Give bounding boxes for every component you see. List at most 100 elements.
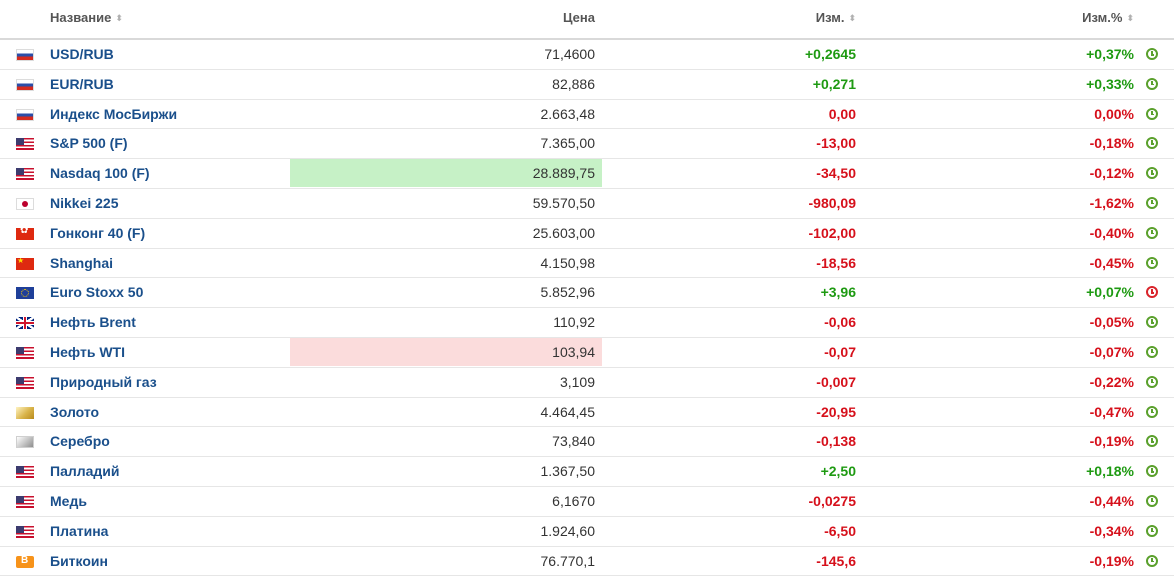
instrument-link[interactable]: S&P 500 (F) (50, 135, 128, 151)
change-cell: -980,09 (808, 194, 856, 211)
table-row: EUR/RUB 82,886 +0,271 +0,33% (0, 70, 1174, 100)
table-row: Гонконг 40 (F) 25.603,00 -102,00 -0,40% (0, 219, 1174, 249)
flag-ru-icon (16, 108, 34, 121)
flag-us-icon (16, 525, 34, 538)
table-row: Нефть Brent 110,92 -0,06 -0,05% (0, 308, 1174, 338)
market-status-clock-icon[interactable] (1146, 256, 1158, 269)
change-cell: -102,00 (808, 224, 856, 241)
change-cell: -0,06 (824, 314, 856, 331)
market-status-clock-icon[interactable] (1146, 286, 1158, 299)
change-cell: -13,00 (816, 135, 856, 152)
market-status-clock-icon[interactable] (1146, 435, 1158, 448)
table-row: Nasdaq 100 (F) 28.889,75 -34,50 -0,12% (0, 159, 1174, 189)
flag-us-icon (16, 376, 34, 389)
change-cell: -6,50 (824, 522, 856, 539)
change-cell: -145,6 (816, 552, 856, 569)
change-cell: -20,95 (816, 403, 856, 420)
table-row: Shanghai 4.150,98 -18,56 -0,45% (0, 249, 1174, 279)
flag-us-icon (16, 138, 34, 151)
flag-jp-icon (16, 197, 34, 210)
change-pct-cell: -0,40% (1089, 224, 1134, 241)
change-pct-cell: +0,18% (1086, 463, 1134, 480)
market-status-clock-icon[interactable] (1146, 226, 1158, 239)
market-status-clock-icon[interactable] (1146, 345, 1158, 358)
change-pct-cell: -0,19% (1089, 433, 1134, 450)
instrument-link[interactable]: Платина (50, 523, 108, 539)
instrument-link[interactable]: Золото (50, 404, 99, 420)
flag-silver-icon (16, 436, 34, 449)
change-pct-cell: -0,44% (1089, 492, 1134, 509)
market-status-clock-icon[interactable] (1146, 77, 1158, 90)
instrument-link[interactable]: Нефть Brent (50, 314, 136, 330)
flag-us-icon (16, 466, 34, 479)
flag-ru-icon (16, 49, 34, 61)
change-pct-cell: -1,62% (1089, 194, 1134, 211)
market-status-clock-icon[interactable] (1146, 48, 1158, 60)
change-pct-cell: -0,12% (1089, 165, 1134, 182)
table-row: Золото 4.464,45 -20,95 -0,47% (0, 398, 1174, 428)
price-cell: 5.852,96 (540, 284, 596, 301)
sort-icon: ⬍ (115, 13, 123, 23)
table-row: Биткоин 76.770,1 -145,6 -0,19% (0, 547, 1174, 576)
table-row: USD/RUB 71,4600 +0,2645 +0,37% (0, 40, 1174, 70)
price-cell: 71,4600 (544, 46, 595, 62)
instrument-link[interactable]: Палладий (50, 463, 120, 479)
table-row: Индекс МосБиржи 2.663,48 0,00 0,00% (0, 100, 1174, 130)
price-cell: 73,840 (552, 433, 595, 450)
table-row: Серебро 73,840 -0,138 -0,19% (0, 427, 1174, 458)
market-status-clock-icon[interactable] (1146, 107, 1158, 120)
market-status-clock-icon[interactable] (1146, 167, 1158, 180)
sort-icon: ⬍ (848, 13, 856, 23)
table-row: Nikkei 225 59.570,50 -980,09 -1,62% (0, 189, 1174, 219)
instrument-link[interactable]: EUR/RUB (50, 76, 114, 92)
table-row: Нефть WTI 103,94 -0,07 -0,07% (0, 337, 1174, 368)
instrument-link[interactable]: Euro Stoxx 50 (50, 284, 143, 300)
table-row: S&P 500 (F) 7.365,00 -13,00 -0,18% (0, 129, 1174, 160)
change-cell: +0,2645 (805, 46, 856, 62)
instrument-link[interactable]: Медь (50, 493, 87, 509)
market-status-clock-icon[interactable] (1146, 405, 1158, 418)
table-body: USD/RUB 71,4600 +0,2645 +0,37% EUR/RUB 82,886… (0, 40, 1174, 576)
change-cell: -0,07 (824, 343, 856, 360)
change-pct-cell: -0,34% (1089, 522, 1134, 539)
change-cell: -34,50 (816, 165, 856, 182)
change-cell: 0,00 (828, 105, 856, 122)
price-cell: 7.365,00 (540, 135, 596, 152)
change-pct-cell: +0,33% (1086, 75, 1134, 92)
change-pct-cell: -0,22% (1089, 373, 1134, 390)
market-status-clock-icon[interactable] (1146, 554, 1158, 567)
market-status-clock-icon[interactable] (1146, 196, 1158, 209)
market-status-clock-icon[interactable] (1146, 494, 1158, 507)
change-cell: +0,271 (812, 75, 856, 92)
instrument-link[interactable]: Nasdaq 100 (F) (50, 165, 150, 181)
market-status-clock-icon[interactable] (1146, 137, 1158, 150)
flag-gold-icon (16, 406, 34, 419)
change-cell: -0,007 (816, 373, 856, 390)
column-header-name[interactable]: Название ⬍ (50, 10, 123, 25)
instrument-link[interactable]: Shanghai (50, 255, 113, 271)
instrument-link[interactable]: USD/RUB (50, 46, 114, 62)
instrument-link[interactable]: Природный газ (50, 374, 157, 390)
flag-btc-icon (16, 555, 34, 568)
market-status-clock-icon[interactable] (1146, 375, 1158, 388)
market-status-clock-icon[interactable] (1146, 465, 1158, 478)
market-status-clock-icon[interactable] (1146, 524, 1158, 537)
instrument-link[interactable]: Серебро (50, 433, 110, 449)
instrument-link[interactable]: Нефть WTI (50, 344, 125, 360)
instrument-link[interactable]: Биткоин (50, 553, 108, 569)
column-header-change[interactable]: Изм. ⬍ (816, 10, 856, 25)
table-header: Название ⬍ Цена Изм. ⬍ Изм.% ⬍ (0, 0, 1174, 40)
market-status-clock-icon[interactable] (1146, 316, 1158, 329)
column-header-change-pct[interactable]: Изм.% ⬍ (1082, 10, 1134, 25)
instrument-link[interactable]: Гонконг 40 (F) (50, 225, 145, 241)
flag-us-icon (16, 495, 34, 508)
price-cell: 25.603,00 (532, 224, 595, 241)
column-header-price[interactable]: Цена (563, 10, 595, 25)
table-row: Медь 6,1670 -0,0275 -0,44% (0, 487, 1174, 517)
instrument-link[interactable]: Индекс МосБиржи (50, 106, 177, 122)
instrument-link[interactable]: Nikkei 225 (50, 195, 119, 211)
price-cell: 110,92 (553, 314, 595, 331)
quotes-table: Название ⬍ Цена Изм. ⬍ Изм.% ⬍ USD/RUB 71,46… (0, 0, 1174, 576)
change-cell: -0,0275 (808, 492, 856, 509)
change-pct-cell: -0,05% (1089, 314, 1134, 331)
